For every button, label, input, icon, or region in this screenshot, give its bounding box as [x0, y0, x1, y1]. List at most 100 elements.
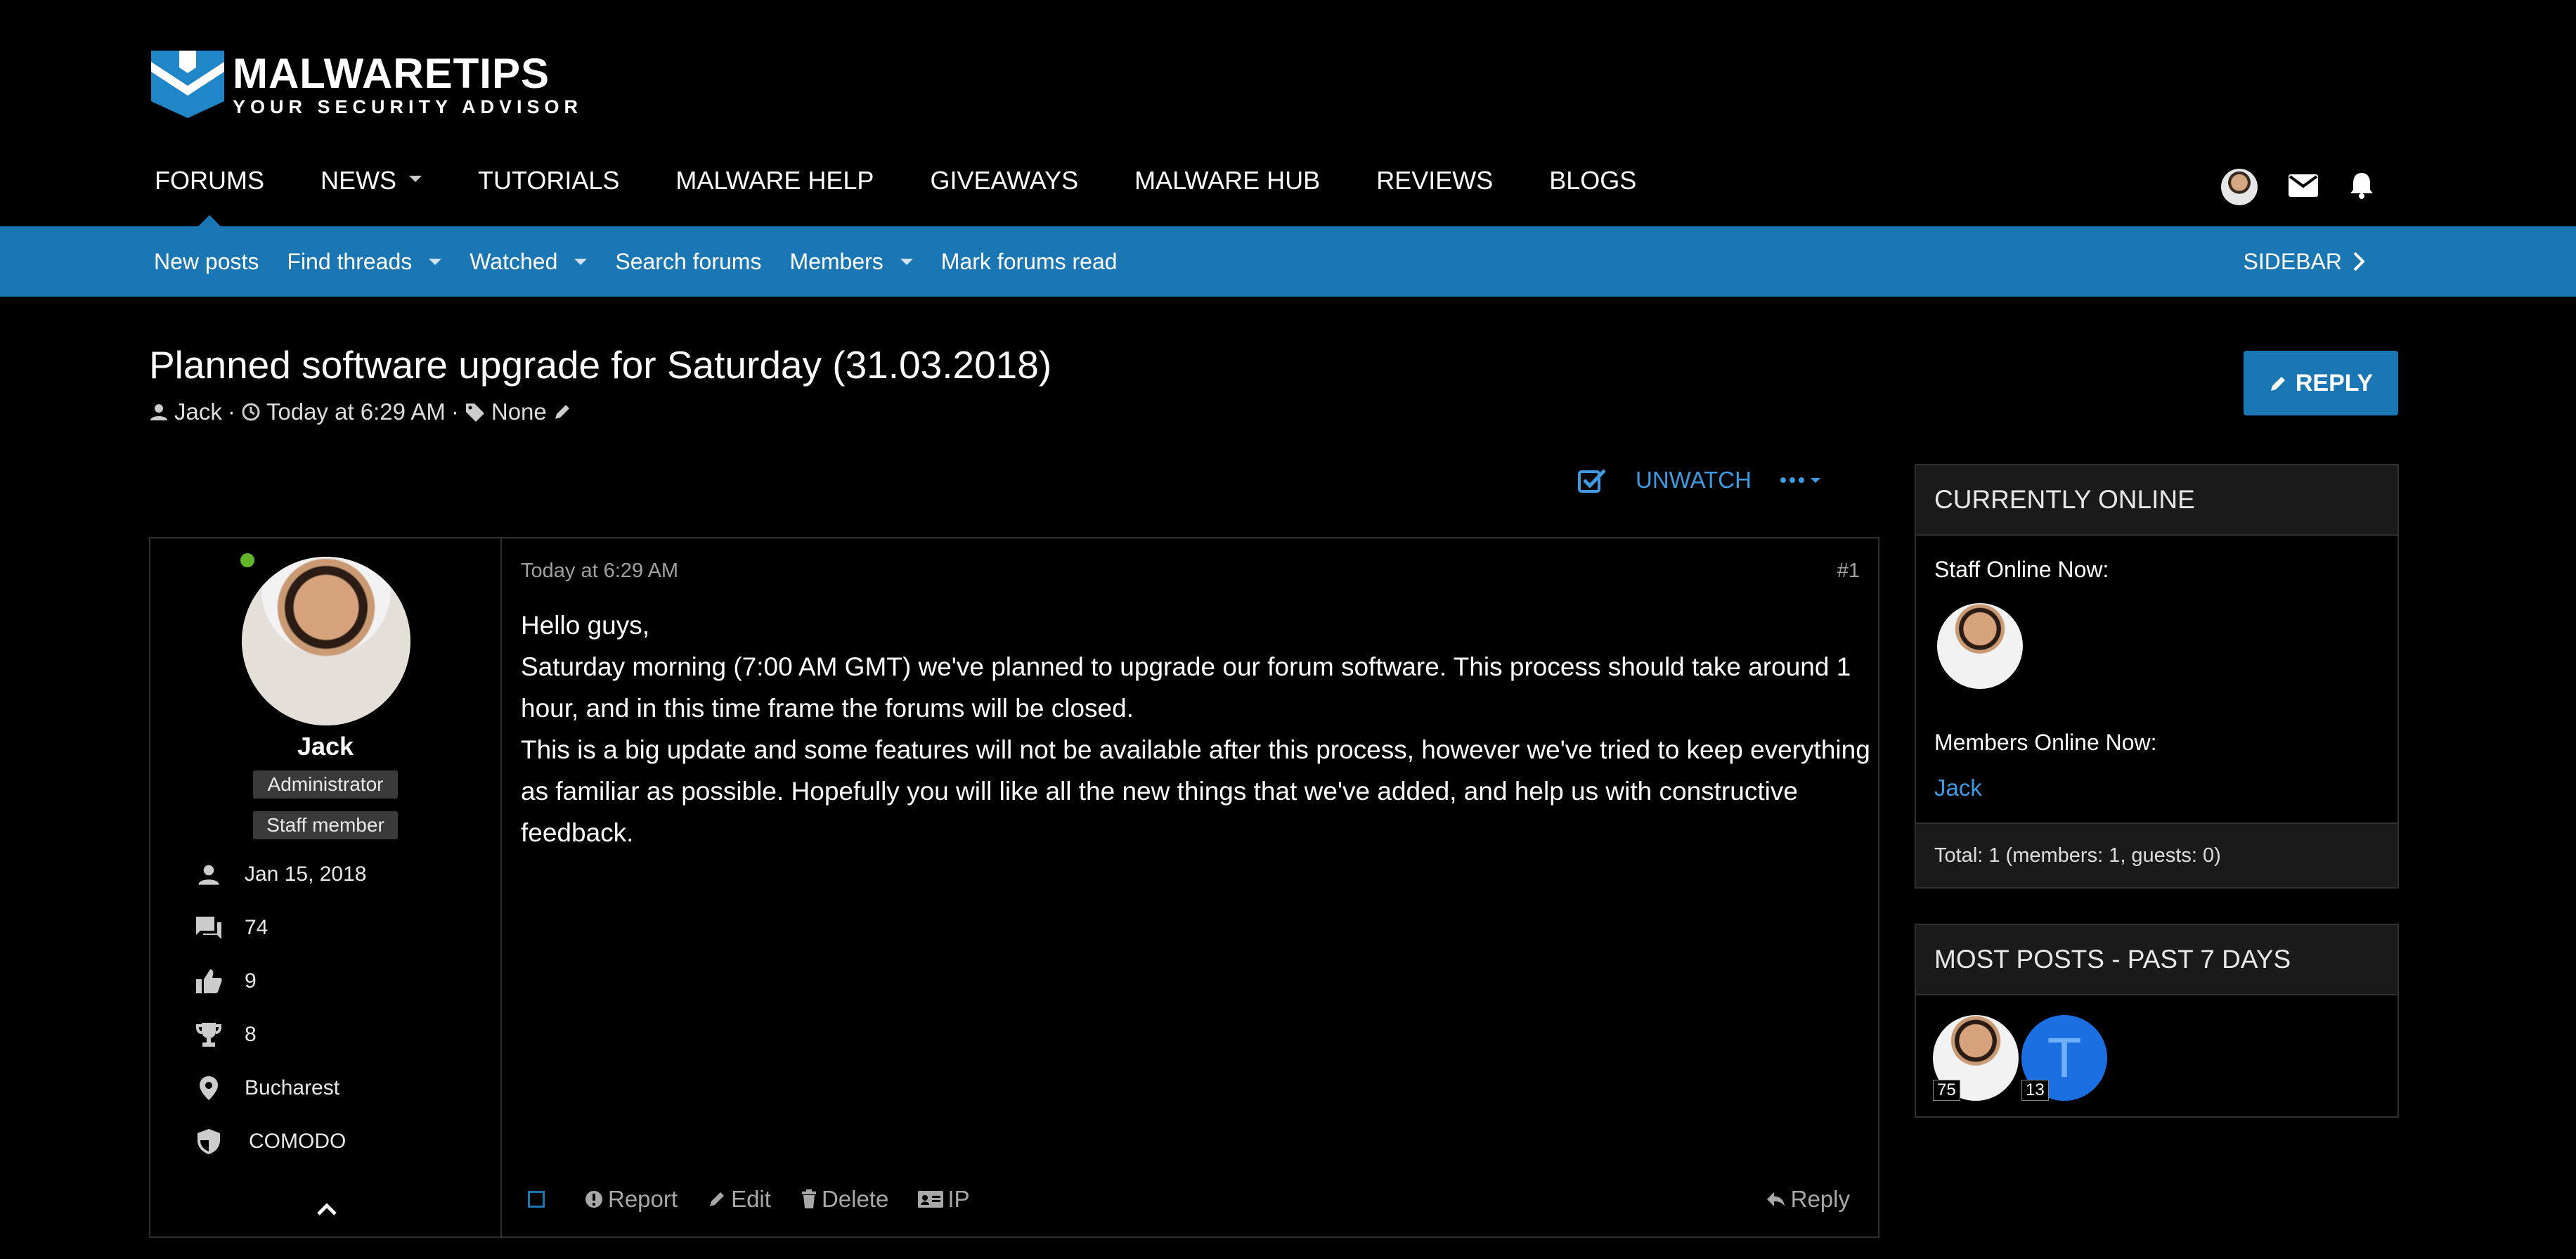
select-post-checkbox[interactable] — [528, 1191, 545, 1208]
nav-blogs[interactable]: BLOGS — [1549, 166, 1636, 226]
nav-news[interactable]: NEWS — [321, 166, 422, 226]
shield-logo-icon — [151, 51, 224, 118]
reply-arrow-icon — [1766, 1192, 1785, 1206]
unwatch-button[interactable]: UNWATCH — [1636, 467, 1752, 493]
nav-malware-hub[interactable]: MALWARE HUB — [1134, 166, 1320, 226]
meta-separator: · — [451, 399, 459, 425]
online-total: Total: 1 (members: 1, guests: 0) — [1916, 822, 2397, 887]
report-label: Report — [608, 1186, 678, 1212]
post-content: Hello guys, Saturday morning (7:00 AM GM… — [521, 605, 1884, 853]
most-posts-block: MOST POSTS - PAST 7 DAYS 75 T 13 — [1915, 924, 2399, 1118]
stat-joined: Jan 15, 2018 — [193, 848, 366, 901]
pencil-icon — [710, 1192, 725, 1206]
chevron-down-icon[interactable] — [574, 258, 588, 265]
nav-malware-help[interactable]: MALWARE HELP — [675, 166, 874, 226]
subnav-members[interactable]: Members — [789, 249, 913, 275]
subnav-label: Mark forums read — [940, 248, 1118, 274]
delete-button[interactable]: Delete — [801, 1186, 888, 1213]
site-logo[interactable]: MALWARETIPS YOUR SECURITY ADVISOR — [151, 49, 583, 120]
members-online-label: Members Online Now: — [1934, 730, 2157, 755]
stat-location: Bucharest — [193, 1061, 366, 1115]
nav-label: GIVEAWAYS — [930, 166, 1079, 195]
pencil-icon[interactable] — [552, 402, 572, 422]
reply-button-label: REPLY — [2295, 369, 2374, 396]
post-number[interactable]: #1 — [1837, 560, 1860, 583]
subnav-mark-read[interactable]: Mark forums read — [941, 249, 1118, 275]
thread-time[interactable]: Today at 6:29 AM — [266, 399, 446, 425]
user-stats: Jan 15, 2018 74 9 8 Bucharest COMODO — [193, 848, 366, 1168]
chevron-down-icon[interactable] — [429, 258, 442, 265]
post-paragraph: Hello guys, — [521, 611, 650, 640]
stat-value: 9 — [245, 969, 257, 993]
post-paragraph: This is a big update and some features w… — [521, 735, 1870, 847]
sidebar-toggle-label: SIDEBAR — [2243, 248, 2342, 274]
stat-value: Jan 15, 2018 — [245, 863, 367, 886]
nav-forums[interactable]: FORUMS — [155, 166, 264, 226]
user-icon — [198, 865, 219, 885]
staff-online-label: Staff Online Now: — [1934, 557, 2109, 582]
nav-label: BLOGS — [1549, 166, 1637, 195]
stat-value: 74 — [245, 916, 268, 939]
ip-button[interactable]: IP — [918, 1186, 970, 1213]
post: Jack Administrator Staff member Jan 15, … — [149, 537, 1879, 1238]
subnav-label: Search forums — [615, 248, 762, 274]
thread-meta: Jack · Today at 6:29 AM · None — [149, 399, 572, 425]
sidebar-toggle[interactable]: SIDEBAR — [2244, 226, 2367, 297]
staff-avatar[interactable] — [1937, 603, 2023, 689]
post-paragraph: Saturday morning (7:00 AM GMT) we've pla… — [521, 652, 1851, 723]
post-date[interactable]: Today at 6:29 AM — [521, 560, 678, 583]
subnav-watched[interactable]: Watched — [470, 249, 588, 275]
stat-value: Bucharest — [245, 1076, 340, 1099]
delete-label: Delete — [821, 1186, 889, 1212]
top-poster-avatar[interactable]: T 13 — [2021, 1015, 2107, 1101]
user-name[interactable]: Jack — [150, 732, 500, 761]
subnav-find-threads[interactable]: Find threads — [287, 248, 442, 275]
post-body: Today at 6:29 AM #1 Hello guys, Saturday… — [502, 538, 1878, 1237]
main-nav: FORUMS NEWS TUTORIALS MALWARE HELP GIVEA… — [155, 166, 1692, 226]
sub-nav: New posts Find threads Watched Search fo… — [0, 226, 2576, 297]
thread-author[interactable]: Jack — [174, 399, 222, 425]
bell-icon[interactable] — [2349, 172, 2374, 203]
nav-label: REVIEWS — [1376, 166, 1494, 195]
brand-subtitle: YOUR SECURITY ADVISOR — [233, 96, 583, 117]
chevron-down-icon[interactable] — [409, 176, 422, 182]
chevron-up-icon[interactable] — [316, 1202, 337, 1220]
subnav-search-forums[interactable]: Search forums — [615, 249, 761, 275]
stat-value: 8 — [245, 1023, 257, 1046]
nav-label: NEWS — [321, 166, 396, 195]
nav-label: FORUMS — [155, 166, 264, 195]
user-badge-administrator: Administrator — [253, 770, 398, 799]
account-avatar[interactable] — [2221, 169, 2258, 205]
nav-reviews[interactable]: REVIEWS — [1376, 166, 1493, 226]
most-posts-avatars: 75 T 13 — [1933, 1015, 2107, 1101]
nav-giveaways[interactable]: GIVEAWAYS — [930, 166, 1078, 226]
envelope-icon[interactable] — [2289, 174, 2318, 200]
stat-messages: 74 — [193, 901, 366, 955]
alert-icon — [585, 1191, 602, 1208]
thread-title: Planned software upgrade for Saturday (3… — [149, 343, 1052, 387]
watch-check-icon[interactable] — [1578, 467, 1607, 493]
report-button[interactable]: Report — [584, 1186, 678, 1213]
reply-button[interactable]: REPLY — [2244, 351, 2398, 415]
most-posts-heading[interactable]: MOST POSTS - PAST 7 DAYS — [1916, 925, 2397, 995]
chevron-down-icon[interactable] — [900, 258, 913, 265]
thread-tags: None — [491, 399, 547, 425]
user-avatar[interactable] — [242, 557, 410, 725]
online-member-link[interactable]: Jack — [1934, 775, 1982, 801]
nav-tutorials[interactable]: TUTORIALS — [478, 166, 619, 226]
post-reply-link[interactable]: Reply — [1766, 1186, 1850, 1213]
brand-title: MALWARETIPS — [233, 49, 550, 97]
trophy-icon — [196, 1023, 221, 1047]
subnav-new-posts[interactable]: New posts — [154, 249, 259, 275]
user-badge-staff: Staff member — [253, 811, 398, 839]
thread-actions: UNWATCH — [1578, 467, 1820, 493]
edit-button[interactable]: Edit — [707, 1186, 771, 1213]
currently-online-heading[interactable]: CURRENTLY ONLINE — [1916, 465, 2397, 536]
clock-icon — [242, 403, 260, 421]
top-poster-avatar[interactable]: 75 — [1933, 1015, 2019, 1101]
avatar-initial: T — [2047, 1026, 2082, 1089]
ip-label: IP — [947, 1186, 970, 1212]
id-card-icon — [918, 1191, 944, 1208]
subnav-label: Find threads — [287, 248, 413, 274]
more-options-button[interactable] — [1780, 477, 1820, 484]
